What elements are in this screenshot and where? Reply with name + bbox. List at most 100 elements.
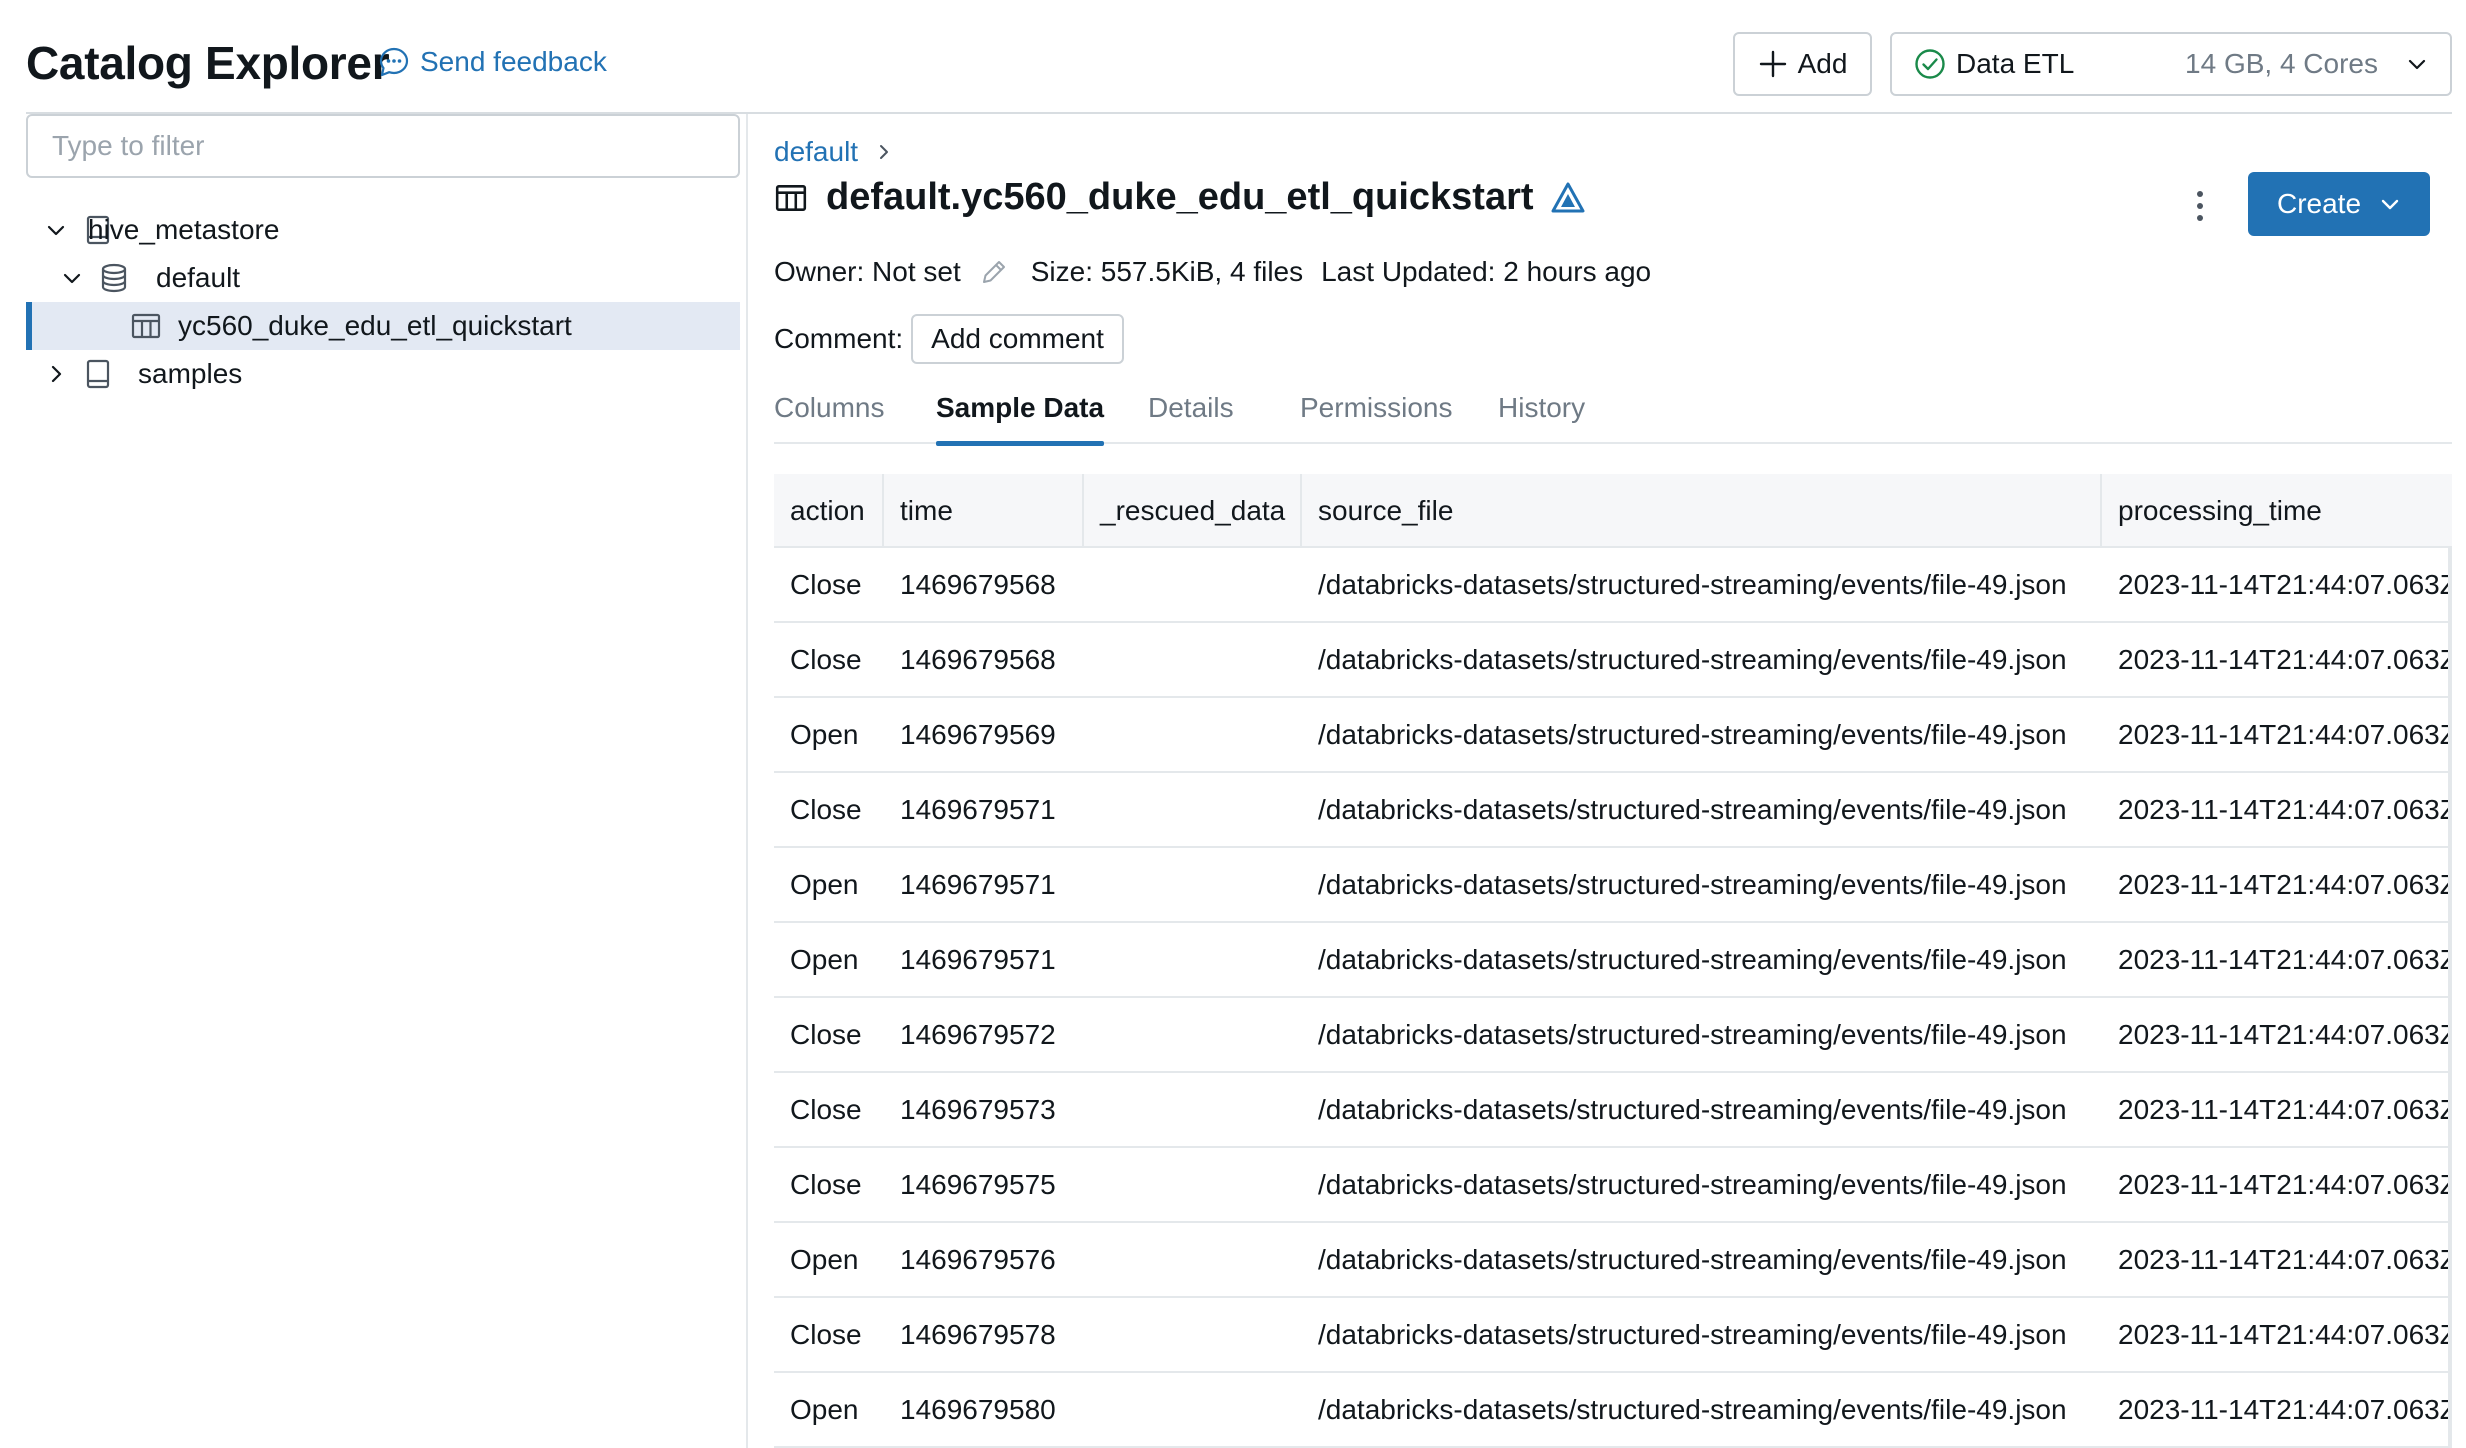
cluster-selector[interactable]: Data ETL 14 GB, 4 Cores (1890, 32, 2452, 96)
cell-time: 1469679571 (900, 869, 1056, 900)
cell-rescued-data (1084, 1148, 1100, 1221)
tree-item-label: samples (138, 358, 243, 389)
cell-time: 1469679568 (900, 569, 1056, 600)
table-header: action time _rescued_data source_file pr… (774, 474, 2452, 548)
tab-history[interactable]: History (1498, 392, 1585, 444)
cell-action: Open (790, 1244, 859, 1275)
more-options-icon[interactable] (2186, 186, 2214, 226)
cell-rescued-data (1084, 773, 1100, 846)
cell-time: 1469679573 (900, 1094, 1056, 1125)
table-row[interactable]: Close 1469679572/databricks-datasets/stru… (774, 998, 2452, 1073)
horizontal-scroll-edge (2448, 548, 2452, 1448)
column-header-time[interactable]: time (884, 474, 1084, 548)
cell-action: Close (790, 794, 862, 825)
send-feedback-link[interactable]: Send feedback (378, 46, 607, 78)
database-icon (101, 263, 127, 293)
cell-rescued-data (1084, 848, 1100, 921)
cluster-name: Data ETL (1956, 48, 2075, 79)
table-row[interactable]: Close 1469679568/databricks-datasets/stru… (774, 623, 2452, 698)
table-row[interactable]: Close 1469679575/databricks-datasets/stru… (774, 1148, 2452, 1223)
tab-columns[interactable]: Columns (774, 392, 884, 444)
cell-action: Close (790, 1094, 862, 1125)
tree-item-samples[interactable]: samples (26, 350, 740, 398)
chevron-down-icon (2408, 59, 2426, 70)
table-row[interactable]: Close 1469679568/databricks-datasets/stru… (774, 548, 2452, 623)
tab-permissions[interactable]: Permissions (1300, 392, 1452, 444)
cell-action: Open (790, 944, 859, 975)
chevron-down-icon (2381, 199, 2399, 210)
add-comment-button[interactable]: Add comment (911, 314, 1124, 364)
cell-rescued-data (1084, 998, 1100, 1071)
tree-item-hive-metastore[interactable]: hive_metastore (26, 206, 740, 254)
add-button[interactable]: Add (1733, 32, 1872, 96)
cell-source-file: /databricks-datasets/structured-streamin… (1318, 569, 2067, 600)
send-feedback-label: Send feedback (420, 46, 607, 77)
cell-processing-time: 2023-11-14T21:44:07.063Z (2118, 944, 2452, 975)
chevron-down-icon[interactable] (44, 218, 68, 242)
check-circle-icon (1915, 49, 1945, 79)
cell-rescued-data (1084, 698, 1100, 771)
tree-item-label: default (156, 262, 241, 293)
table-row[interactable]: Close 1469679571/databricks-datasets/stru… (774, 773, 2452, 848)
create-button[interactable]: Create (2248, 172, 2430, 236)
cell-time: 1469679576 (900, 1244, 1056, 1275)
breadcrumb: default (774, 136, 894, 168)
table-row[interactable]: Open 1469679576/databricks-datasets/struc… (774, 1223, 2452, 1298)
cell-processing-time: 2023-11-14T21:44:07.063Z (2118, 1394, 2452, 1425)
tree-item-label: hive_metastore (88, 214, 280, 245)
table-row[interactable]: Open 1469679571/databricks-datasets/struc… (774, 848, 2452, 923)
cell-time: 1469679568 (900, 644, 1056, 675)
column-header-processing-time[interactable]: processing_time (2102, 474, 2452, 548)
table-row[interactable]: Close 1469679573/databricks-datasets/stru… (774, 1073, 2452, 1148)
cell-rescued-data (1084, 1298, 1100, 1371)
tree-item-table-selected[interactable]: yc560_duke_edu_etl_quickstart (26, 302, 740, 350)
table-row[interactable]: Open 1469679580/databricks-datasets/struc… (774, 1373, 2452, 1448)
breadcrumb-link-default[interactable]: default (774, 136, 858, 168)
catalog-sidebar: hive_metastore default yc560_duke_edu_et… (0, 114, 748, 1448)
comment-row: Comment: Add comment (774, 314, 1124, 364)
filter-input[interactable] (26, 114, 740, 178)
cell-processing-time: 2023-11-14T21:44:07.063Z (2118, 1169, 2452, 1200)
catalog-icon (86, 359, 110, 389)
tree-item-default[interactable]: default (26, 254, 740, 302)
cell-source-file: /databricks-datasets/structured-streamin… (1318, 869, 2067, 900)
cell-source-file: /databricks-datasets/structured-streamin… (1318, 1094, 2067, 1125)
column-header-action[interactable]: action (774, 474, 884, 548)
cell-source-file: /databricks-datasets/structured-streamin… (1318, 1244, 2067, 1275)
cell-action: Close (790, 1169, 862, 1200)
chat-bubble-icon (379, 47, 409, 77)
cell-processing-time: 2023-11-14T21:44:07.063Z (2118, 719, 2452, 750)
edit-pencil-icon[interactable] (979, 257, 1009, 287)
cell-action: Close (790, 644, 862, 675)
tab-sample-data[interactable]: Sample Data (936, 392, 1105, 446)
last-updated-text: Last Updated: 2 hours ago (1321, 256, 1652, 287)
cell-time: 1469679571 (900, 794, 1056, 825)
chevron-down-icon[interactable] (60, 266, 84, 290)
cell-processing-time: 2023-11-14T21:44:07.063Z (2118, 1019, 2452, 1050)
cell-action: Close (790, 1019, 862, 1050)
table-row[interactable]: Open 1469679571/databricks-datasets/struc… (774, 923, 2452, 998)
size-text: Size: 557.5KiB, 4 files (1030, 256, 1304, 287)
cell-time: 1469679572 (900, 1019, 1056, 1050)
owner-text: Owner: Not set (774, 256, 961, 287)
column-header-source-file[interactable]: source_file (1302, 474, 2102, 548)
cell-time: 1469679575 (900, 1169, 1056, 1200)
cell-time: 1469679571 (900, 944, 1056, 975)
sample-data-table[interactable]: action time _rescued_data source_file pr… (774, 474, 2452, 1448)
cell-rescued-data (1084, 548, 1100, 621)
tree-item-label: yc560_duke_edu_etl_quickstart (178, 310, 572, 341)
cell-source-file: /databricks-datasets/structured-streamin… (1318, 1019, 2067, 1050)
cell-processing-time: 2023-11-14T21:44:07.063Z (2118, 644, 2452, 675)
column-header-rescued-data[interactable]: _rescued_data (1084, 474, 1302, 548)
table-row[interactable]: Close 1469679578/databricks-datasets/stru… (774, 1298, 2452, 1373)
table-title-row: default.yc560_duke_edu_etl_quickstart (774, 176, 1586, 219)
cell-processing-time: 2023-11-14T21:44:07.063Z (2118, 869, 2452, 900)
cell-rescued-data (1084, 623, 1100, 696)
cell-rescued-data (1084, 923, 1100, 996)
tab-details[interactable]: Details (1148, 392, 1234, 444)
chevron-right-icon[interactable] (44, 362, 68, 386)
table-row[interactable]: Open 1469679569/databricks-datasets/struc… (774, 698, 2452, 773)
cell-source-file: /databricks-datasets/structured-streamin… (1318, 719, 2067, 750)
cell-action: Open (790, 869, 859, 900)
cell-source-file: /databricks-datasets/structured-streamin… (1318, 1394, 2067, 1425)
